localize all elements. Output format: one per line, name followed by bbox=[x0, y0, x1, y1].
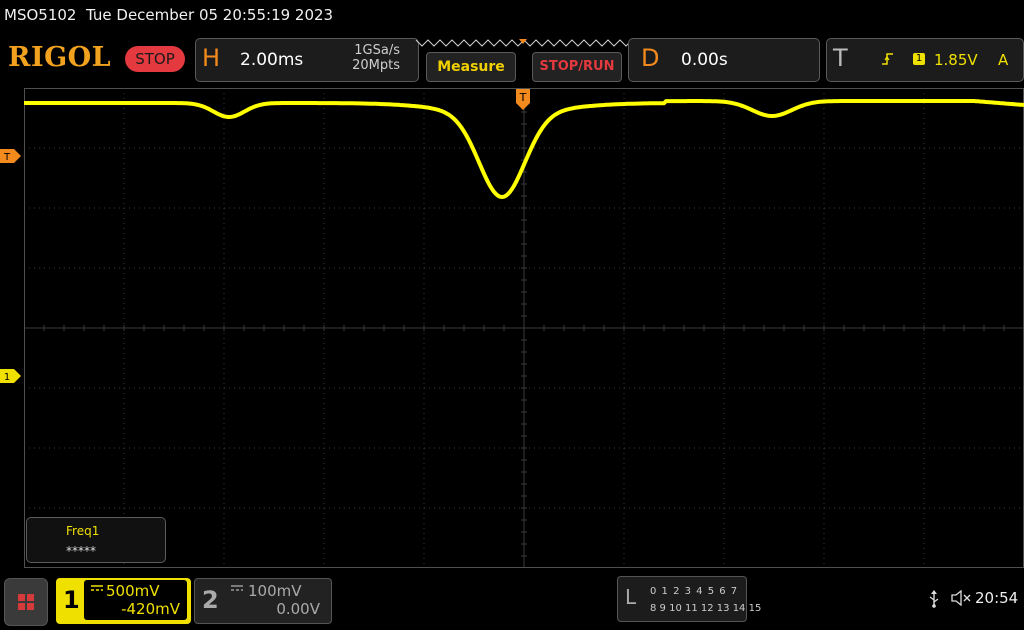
rising-edge-icon bbox=[882, 53, 893, 65]
ch2-offset: 0.00V bbox=[276, 600, 320, 618]
logic-analyzer-label: L bbox=[625, 585, 637, 609]
dc-coupling-icon bbox=[231, 585, 243, 591]
measurement-label: Freq1 bbox=[66, 524, 100, 538]
trigger-level-marker[interactable]: T bbox=[0, 149, 22, 163]
delay-label: D bbox=[641, 44, 660, 72]
sample-rate: 1GSa/s bbox=[354, 43, 400, 58]
horizontal-label: H bbox=[202, 44, 221, 72]
usb-icon bbox=[929, 590, 939, 608]
ch1-offset: -420mV bbox=[121, 600, 180, 618]
logic-analyzer-button[interactable] bbox=[617, 576, 747, 622]
trigger-level-label: T bbox=[3, 152, 11, 163]
dc-coupling-icon bbox=[91, 585, 103, 591]
trigger-position-label: T bbox=[519, 91, 527, 104]
waveform-display[interactable] bbox=[24, 88, 1024, 568]
clock: 20:54 bbox=[975, 589, 1019, 607]
memory-depth: 20Mpts bbox=[352, 58, 400, 73]
rigol-logo: RIGOL bbox=[8, 42, 112, 73]
memory-position-bar[interactable] bbox=[414, 36, 636, 50]
stop-run-button[interactable]: STOP/RUN bbox=[532, 52, 622, 82]
datetime: Tue December 05 20:55:19 2023 bbox=[86, 6, 334, 24]
delay-value: 0.00s bbox=[681, 50, 728, 70]
run-state-badge[interactable]: STOP bbox=[125, 46, 185, 72]
ch1-ground-marker[interactable]: 1 bbox=[0, 369, 22, 383]
trigger-source: 1 bbox=[913, 53, 925, 65]
ch1-number: 1 bbox=[63, 586, 80, 614]
menu-grid-icon bbox=[18, 594, 34, 610]
mute-icon[interactable] bbox=[951, 590, 971, 606]
ch1-ground-label: 1 bbox=[4, 372, 10, 383]
timebase-value: 2.00ms bbox=[240, 50, 304, 70]
measure-button[interactable]: Measure bbox=[426, 52, 516, 82]
trigger-panel[interactable] bbox=[826, 38, 1024, 82]
ch2-number: 2 bbox=[202, 586, 219, 614]
trigger-label: T bbox=[833, 44, 848, 72]
logic-channels-row2: 8 9 10 11 12 13 14 15 bbox=[650, 603, 762, 614]
trigger-mode: A bbox=[998, 51, 1009, 69]
trigger-position-marker[interactable]: T bbox=[516, 89, 530, 111]
logic-channels-row1: 0 1 2 3 4 5 6 7 bbox=[650, 586, 739, 597]
measurement-value: ***** bbox=[66, 544, 96, 558]
model-name: MSO5102 bbox=[4, 6, 77, 24]
ch1-scale: 500mV bbox=[106, 582, 160, 600]
trigger-level: 1.85V bbox=[934, 51, 978, 69]
status-line: MSO5102 Tue December 05 20:55:19 2023 bbox=[4, 6, 333, 24]
ch2-scale: 100mV bbox=[248, 582, 302, 600]
acquisition-info: 1GSa/s 20Mpts bbox=[330, 43, 400, 73]
main-menu-button[interactable] bbox=[4, 578, 48, 626]
